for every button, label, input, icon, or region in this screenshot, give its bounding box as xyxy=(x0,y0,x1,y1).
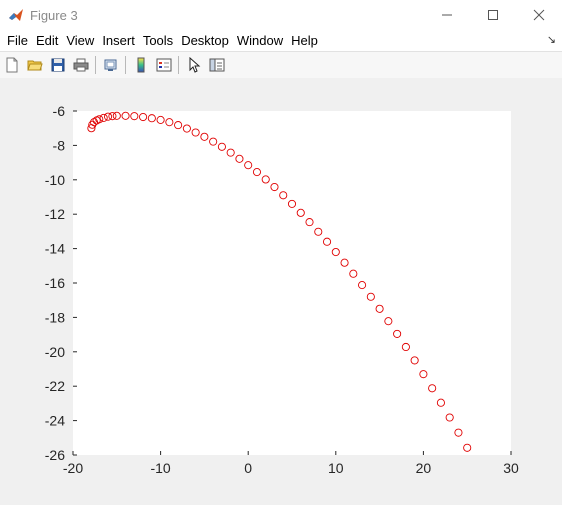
toolbar-separator xyxy=(125,56,126,74)
scatter-plot[interactable]: -6-8-10-12-14-16-18-20-22-24-26-20 -10 0 10… xyxy=(0,78,562,500)
x-tick-label: -10 xyxy=(150,460,170,476)
menu-desktop[interactable]: Desktop xyxy=(178,30,232,51)
x-tick-label: -20 xyxy=(63,460,83,476)
y-tick-label: -12 xyxy=(45,206,65,222)
y-tick-label: -10 xyxy=(45,172,65,188)
menu-help[interactable]: Help xyxy=(288,30,321,51)
dock-arrow-icon[interactable]: ↘ xyxy=(547,33,556,46)
y-tick-label: -14 xyxy=(45,241,65,257)
close-icon[interactable] xyxy=(516,0,562,30)
y-tick-label: -24 xyxy=(45,413,65,429)
x-tick-label: 30 xyxy=(503,460,519,476)
legend-icon[interactable] xyxy=(153,54,175,76)
y-tick-label: -22 xyxy=(45,378,65,394)
title-bar: Figure 3 xyxy=(0,0,562,30)
minimize-icon[interactable] xyxy=(424,0,470,30)
y-tick-label: -6 xyxy=(53,103,66,119)
window-title: Figure 3 xyxy=(30,7,78,23)
menu-bar: File Edit View Insert Tools Desktop Wind… xyxy=(0,30,562,51)
y-tick-label: -20 xyxy=(45,344,65,360)
edit-plot-arrow-icon[interactable] xyxy=(183,54,205,76)
toolbar-separator xyxy=(95,56,96,74)
menu-edit[interactable]: Edit xyxy=(33,30,61,51)
toolbar-separator xyxy=(178,56,179,74)
matlab-logo-icon xyxy=(8,7,24,23)
x-tick-label: 20 xyxy=(416,460,432,476)
x-tick-label: 0 xyxy=(244,460,252,476)
figure-canvas: -6 -8 -10 -12 -14 -16 -18 -20 -22 -24 -26 -20 -10 0 10… xyxy=(0,78,562,500)
print-icon[interactable] xyxy=(70,54,92,76)
maximize-icon[interactable] xyxy=(470,0,516,30)
save-icon[interactable] xyxy=(47,54,69,76)
open-file-icon[interactable] xyxy=(24,54,46,76)
x-tick-label: 10 xyxy=(328,460,344,476)
figure-toolbar xyxy=(0,51,562,79)
axes-background[interactable] xyxy=(73,111,511,455)
colorbar-icon[interactable] xyxy=(130,54,152,76)
y-tick-label: -16 xyxy=(45,275,65,291)
y-tick-label: -8 xyxy=(53,137,66,153)
link-plot-icon[interactable] xyxy=(100,54,122,76)
window-controls xyxy=(424,0,562,30)
menu-insert[interactable]: Insert xyxy=(99,30,138,51)
menu-tools[interactable]: Tools xyxy=(140,30,176,51)
menu-file[interactable]: File xyxy=(4,30,31,51)
menu-window[interactable]: Window xyxy=(234,30,286,51)
new-figure-icon[interactable] xyxy=(1,54,23,76)
y-tick-label: -18 xyxy=(45,309,65,325)
menu-view[interactable]: View xyxy=(63,30,97,51)
property-inspector-icon[interactable] xyxy=(206,54,228,76)
